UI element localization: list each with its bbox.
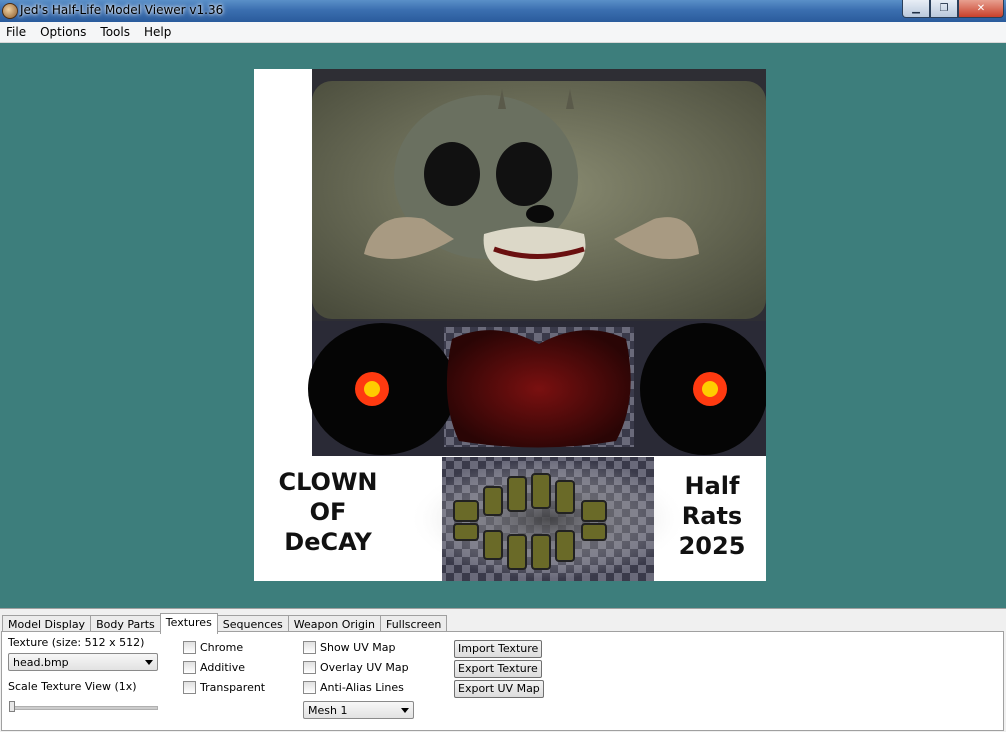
overlay-uv-map-checkbox[interactable]: Overlay UV Map [303,661,409,674]
title-bar: Jed's Half-Life Model Viewer v1.36 ▁ ❐ ✕ [0,0,1006,22]
app-icon [2,3,18,19]
scale-slider-track[interactable] [10,706,158,710]
checkbox-box[interactable] [303,661,316,674]
texture-select-value: head.bmp [13,656,69,669]
menu-file[interactable]: File [0,22,34,42]
checkbox-box[interactable] [183,641,196,654]
chevron-down-icon [145,660,153,665]
texture-viewport[interactable]: CLOWN OF DeCAY Half Rats 2025 [0,43,1006,608]
checkbox-box[interactable] [303,681,316,694]
transparent-label: Transparent [200,681,266,694]
texture-text-right: Half Rats 2025 [678,472,746,560]
export-texture-button[interactable]: Export Texture [454,660,542,678]
checkbox-box[interactable] [183,661,196,674]
chevron-down-icon [401,708,409,713]
chrome-label: Chrome [200,641,244,654]
scale-slider-thumb[interactable] [9,701,15,712]
window-controls: ▁ ❐ ✕ [902,0,1004,18]
anti-alias-lines-checkbox[interactable]: Anti-Alias Lines [303,681,404,694]
mesh-select[interactable]: Mesh 1 [303,701,414,719]
import-texture-button[interactable]: Import Texture [454,640,543,658]
tab-strip: Model Display Body Parts Textures Sequen… [2,613,448,634]
checkbox-box[interactable] [303,641,316,654]
anti-alias-lines-label: Anti-Alias Lines [320,681,404,694]
menu-options[interactable]: Options [34,22,94,42]
texture-size-label: Texture (size: 512 x 512) [8,636,145,649]
additive-checkbox[interactable]: Additive [183,661,245,674]
menu-bar: File Options Tools Help [0,22,1006,43]
menu-tools[interactable]: Tools [94,22,138,42]
menu-help[interactable]: Help [138,22,179,42]
checkbox-box[interactable] [183,681,196,694]
scale-texture-label: Scale Texture View (1x) [8,680,137,693]
control-panel: Model Display Body Parts Textures Sequen… [0,608,1006,732]
textures-tab-page: Texture (size: 512 x 512) head.bmp Scale… [1,631,1004,731]
texture-select[interactable]: head.bmp [8,653,158,671]
tab-textures[interactable]: Textures [159,613,218,634]
texture-text-left: CLOWN OF DeCAY [278,468,378,556]
window-title: Jed's Half-Life Model Viewer v1.36 [20,3,224,17]
close-button[interactable]: ✕ [958,0,1004,18]
texture-preview: CLOWN OF DeCAY Half Rats 2025 [254,69,766,581]
minimize-button[interactable]: ▁ [902,0,930,18]
additive-label: Additive [200,661,245,674]
show-uv-map-label: Show UV Map [320,641,396,654]
chrome-checkbox[interactable]: Chrome [183,641,243,654]
overlay-uv-map-label: Overlay UV Map [320,661,409,674]
show-uv-map-checkbox[interactable]: Show UV Map [303,641,395,654]
mesh-select-value: Mesh 1 [308,704,348,717]
export-uv-map-button[interactable]: Export UV Map [454,680,544,698]
transparent-checkbox[interactable]: Transparent [183,681,265,694]
maximize-button[interactable]: ❐ [930,0,958,18]
